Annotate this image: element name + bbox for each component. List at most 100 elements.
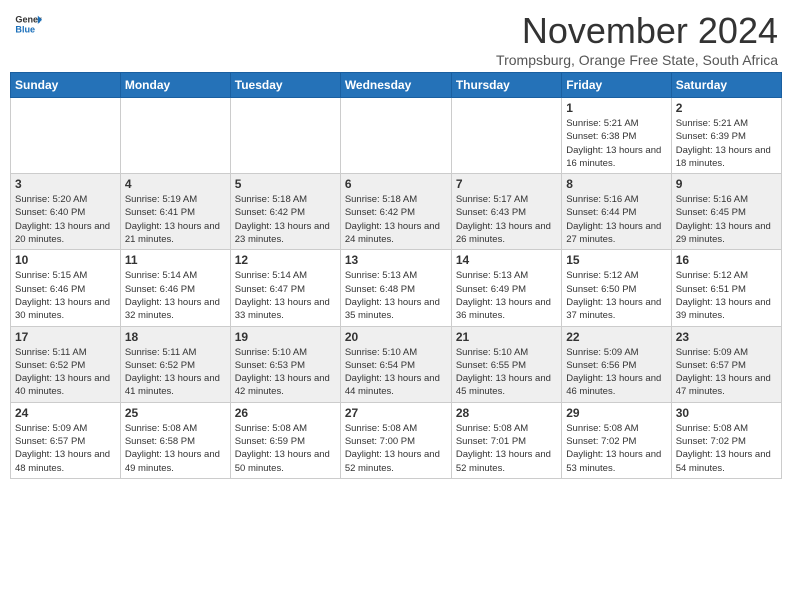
day-number: 4 [125,177,226,191]
calendar-day: 15 Sunrise: 5:12 AM Sunset: 6:50 PM Dayli… [562,250,671,326]
day-number: 26 [235,406,336,420]
day-info: Sunrise: 5:16 AM Sunset: 6:44 PM Dayligh… [566,193,666,246]
day-info: Sunrise: 5:11 AM Sunset: 6:52 PM Dayligh… [125,346,226,399]
calendar-day: 21 Sunrise: 5:10 AM Sunset: 6:55 PM Dayli… [451,326,561,402]
calendar-day [120,98,230,174]
day-number: 19 [235,330,336,344]
day-info: Sunrise: 5:10 AM Sunset: 6:55 PM Dayligh… [456,346,557,399]
svg-text:Blue: Blue [15,24,35,34]
day-number: 9 [676,177,777,191]
calendar-day [11,98,121,174]
col-saturday: Saturday [671,73,781,98]
calendar-week-1: 1Sunrise: 5:21 AM Sunset: 6:38 PM Daylig… [11,98,782,174]
col-tuesday: Tuesday [230,73,340,98]
day-number: 12 [235,253,336,267]
location-subtitle: Trompsburg, Orange Free State, South Afr… [496,52,778,68]
calendar-header-row: Sunday Monday Tuesday Wednesday Thursday… [11,73,782,98]
calendar-day: 4 Sunrise: 5:19 AM Sunset: 6:41 PM Daylig… [120,174,230,250]
day-number: 28 [456,406,557,420]
day-info: Sunrise: 5:09 AM Sunset: 6:56 PM Dayligh… [566,346,666,399]
day-number: 2 [676,101,777,115]
calendar-table: Sunday Monday Tuesday Wednesday Thursday… [10,72,782,479]
calendar-day: 16 Sunrise: 5:12 AM Sunset: 6:51 PM Dayli… [671,250,781,326]
day-info: Sunrise: 5:12 AM Sunset: 6:51 PM Dayligh… [676,269,777,322]
day-number: 6 [345,177,447,191]
calendar-day: 29 Sunrise: 5:08 AM Sunset: 7:02 PM Dayli… [562,402,671,478]
day-number: 23 [676,330,777,344]
calendar-day: 9 Sunrise: 5:16 AM Sunset: 6:45 PM Daylig… [671,174,781,250]
calendar-week-5: 24Sunrise: 5:09 AM Sunset: 6:57 PM Dayli… [11,402,782,478]
calendar-week-2: 3 Sunrise: 5:20 AM Sunset: 6:40 PM Daylig… [11,174,782,250]
day-info: Sunrise: 5:09 AM Sunset: 6:57 PM Dayligh… [676,346,777,399]
logo: General Blue [14,10,42,38]
calendar-day [340,98,451,174]
day-number: 16 [676,253,777,267]
calendar-day: 10 Sunrise: 5:15 AM Sunset: 6:46 PM Dayli… [11,250,121,326]
day-info: Sunrise: 5:08 AM Sunset: 7:02 PM Dayligh… [566,422,666,475]
calendar-day: 23 Sunrise: 5:09 AM Sunset: 6:57 PM Dayli… [671,326,781,402]
calendar-day [230,98,340,174]
day-info: Sunrise: 5:08 AM Sunset: 6:58 PM Dayligh… [125,422,226,475]
day-number: 7 [456,177,557,191]
day-number: 22 [566,330,666,344]
month-title: November 2024 [496,10,778,52]
day-number: 10 [15,253,116,267]
day-number: 24 [15,406,116,420]
calendar-day: 13Sunrise: 5:13 AM Sunset: 6:48 PM Dayli… [340,250,451,326]
day-number: 29 [566,406,666,420]
day-info: Sunrise: 5:19 AM Sunset: 6:41 PM Dayligh… [125,193,226,246]
day-info: Sunrise: 5:15 AM Sunset: 6:46 PM Dayligh… [15,269,116,322]
day-number: 5 [235,177,336,191]
day-number: 14 [456,253,557,267]
calendar-day: 26 Sunrise: 5:08 AM Sunset: 6:59 PM Dayli… [230,402,340,478]
logo-icon: General Blue [14,10,42,38]
calendar-day: 19 Sunrise: 5:10 AM Sunset: 6:53 PM Dayli… [230,326,340,402]
col-monday: Monday [120,73,230,98]
calendar-week-4: 17 Sunrise: 5:11 AM Sunset: 6:52 PM Dayli… [11,326,782,402]
day-info: Sunrise: 5:10 AM Sunset: 6:53 PM Dayligh… [235,346,336,399]
day-number: 30 [676,406,777,420]
calendar-day: 20Sunrise: 5:10 AM Sunset: 6:54 PM Dayli… [340,326,451,402]
day-info: Sunrise: 5:14 AM Sunset: 6:46 PM Dayligh… [125,269,226,322]
day-number: 15 [566,253,666,267]
calendar-day: 8 Sunrise: 5:16 AM Sunset: 6:44 PM Daylig… [562,174,671,250]
calendar-day: 28 Sunrise: 5:08 AM Sunset: 7:01 PM Dayli… [451,402,561,478]
page-header: General Blue November 2024 Trompsburg, O… [10,10,782,68]
calendar-day: 17 Sunrise: 5:11 AM Sunset: 6:52 PM Dayli… [11,326,121,402]
calendar-day: 12Sunrise: 5:14 AM Sunset: 6:47 PM Dayli… [230,250,340,326]
day-info: Sunrise: 5:10 AM Sunset: 6:54 PM Dayligh… [345,346,447,399]
calendar-day: 2 Sunrise: 5:21 AM Sunset: 6:39 PM Daylig… [671,98,781,174]
calendar-day: 14 Sunrise: 5:13 AM Sunset: 6:49 PM Dayli… [451,250,561,326]
calendar-day: 22 Sunrise: 5:09 AM Sunset: 6:56 PM Dayli… [562,326,671,402]
day-number: 21 [456,330,557,344]
day-number: 17 [15,330,116,344]
calendar-day: 11 Sunrise: 5:14 AM Sunset: 6:46 PM Dayli… [120,250,230,326]
day-number: 11 [125,253,226,267]
day-info: Sunrise: 5:21 AM Sunset: 6:39 PM Dayligh… [676,117,777,170]
calendar-week-3: 10 Sunrise: 5:15 AM Sunset: 6:46 PM Dayli… [11,250,782,326]
day-info: Sunrise: 5:08 AM Sunset: 7:00 PM Dayligh… [345,422,447,475]
calendar-day: 18Sunrise: 5:11 AM Sunset: 6:52 PM Dayli… [120,326,230,402]
day-info: Sunrise: 5:13 AM Sunset: 6:48 PM Dayligh… [345,269,447,322]
calendar-day: 24Sunrise: 5:09 AM Sunset: 6:57 PM Dayli… [11,402,121,478]
day-info: Sunrise: 5:16 AM Sunset: 6:45 PM Dayligh… [676,193,777,246]
calendar-day: 7 Sunrise: 5:17 AM Sunset: 6:43 PM Daylig… [451,174,561,250]
day-info: Sunrise: 5:20 AM Sunset: 6:40 PM Dayligh… [15,193,116,246]
day-info: Sunrise: 5:17 AM Sunset: 6:43 PM Dayligh… [456,193,557,246]
calendar-day: 6Sunrise: 5:18 AM Sunset: 6:42 PM Daylig… [340,174,451,250]
day-info: Sunrise: 5:08 AM Sunset: 7:01 PM Dayligh… [456,422,557,475]
day-number: 3 [15,177,116,191]
calendar-day: 5 Sunrise: 5:18 AM Sunset: 6:42 PM Daylig… [230,174,340,250]
day-info: Sunrise: 5:12 AM Sunset: 6:50 PM Dayligh… [566,269,666,322]
day-info: Sunrise: 5:21 AM Sunset: 6:38 PM Dayligh… [566,117,666,170]
col-thursday: Thursday [451,73,561,98]
day-info: Sunrise: 5:18 AM Sunset: 6:42 PM Dayligh… [235,193,336,246]
day-info: Sunrise: 5:08 AM Sunset: 6:59 PM Dayligh… [235,422,336,475]
day-number: 8 [566,177,666,191]
calendar-day: 3 Sunrise: 5:20 AM Sunset: 6:40 PM Daylig… [11,174,121,250]
calendar-day: 25Sunrise: 5:08 AM Sunset: 6:58 PM Dayli… [120,402,230,478]
col-friday: Friday [562,73,671,98]
day-info: Sunrise: 5:13 AM Sunset: 6:49 PM Dayligh… [456,269,557,322]
day-info: Sunrise: 5:11 AM Sunset: 6:52 PM Dayligh… [15,346,116,399]
calendar-day: 27Sunrise: 5:08 AM Sunset: 7:00 PM Dayli… [340,402,451,478]
